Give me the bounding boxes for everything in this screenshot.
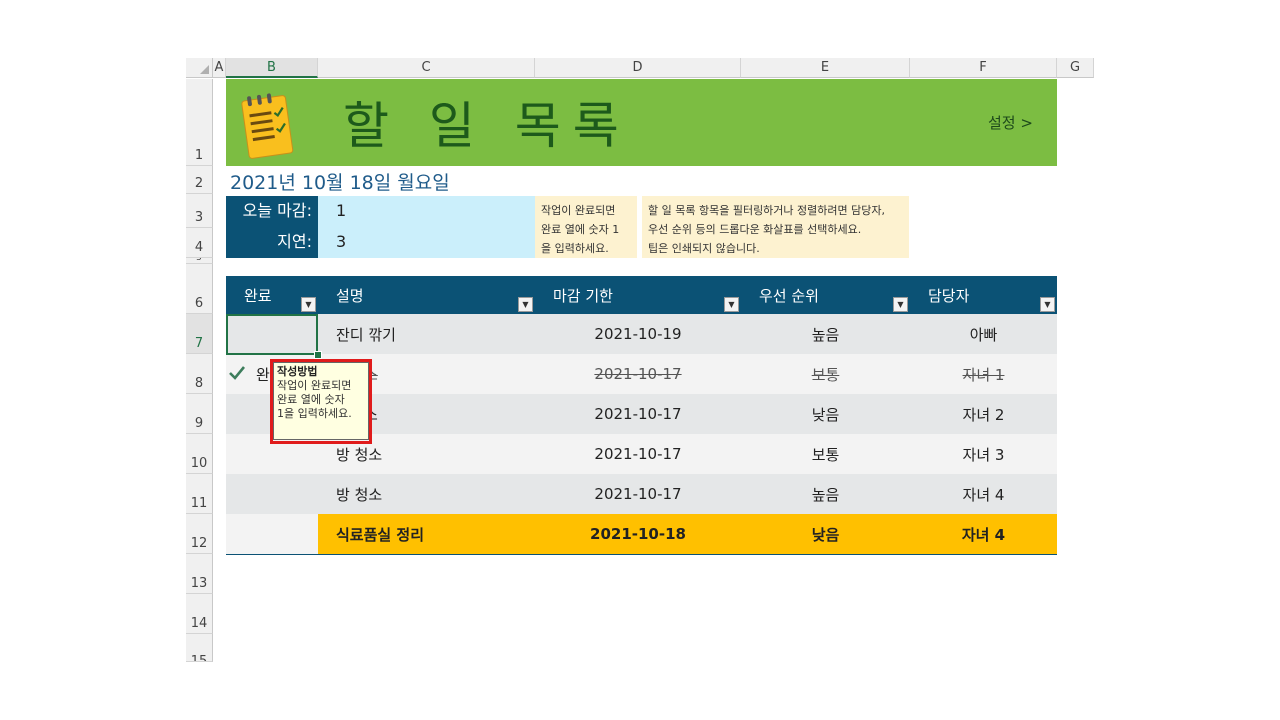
description-cell[interactable]: 소 bbox=[364, 354, 534, 394]
column-header-e[interactable]: E bbox=[741, 58, 910, 78]
due-date-cell[interactable]: 2021-10-19 bbox=[535, 314, 741, 354]
row-header-8[interactable]: 8 bbox=[186, 354, 213, 394]
row-header-14[interactable]: 14 bbox=[186, 594, 213, 634]
tip-line: 우선 순위 등의 드롭다운 화살표를 선택하세요. bbox=[648, 223, 862, 236]
dropdown-arrow-icon: ▼ bbox=[728, 300, 735, 309]
check-icon bbox=[228, 364, 246, 382]
corner-triangle-icon bbox=[200, 65, 209, 74]
column-header-f[interactable]: F bbox=[910, 58, 1057, 78]
row-header-15[interactable]: 15 bbox=[186, 634, 213, 662]
header-description: 설명 bbox=[336, 286, 364, 305]
header-owner: 담당자 bbox=[928, 286, 970, 305]
filter-dropdown-done[interactable]: ▼ bbox=[301, 297, 316, 312]
description-cell[interactable]: 잔디 깎기 bbox=[336, 314, 536, 354]
owner-cell[interactable]: 자녀 2 bbox=[910, 394, 1057, 434]
row-header-10[interactable]: 10 bbox=[186, 434, 213, 474]
notepad-checklist-icon bbox=[237, 88, 297, 162]
annotation-highlight-box bbox=[270, 359, 372, 444]
priority-cell[interactable]: 보통 bbox=[741, 434, 910, 474]
column-header-a[interactable]: A bbox=[213, 58, 226, 78]
header-priority: 우선 순위 bbox=[759, 286, 819, 305]
row-header-9[interactable]: 9 bbox=[186, 394, 213, 434]
filter-dropdown-description[interactable]: ▼ bbox=[518, 297, 533, 312]
column-header-g[interactable]: G bbox=[1057, 58, 1094, 78]
priority-cell[interactable]: 낮음 bbox=[741, 514, 910, 554]
table-row: 식료품실 정리 2021-10-18 낮음 자녀 4 bbox=[226, 514, 1057, 555]
priority-cell[interactable]: 높음 bbox=[741, 314, 910, 354]
due-date-cell[interactable]: 2021-10-18 bbox=[535, 514, 741, 554]
due-date-cell[interactable]: 2021-10-17 bbox=[535, 394, 741, 434]
done-cell[interactable] bbox=[226, 474, 318, 514]
column-header-b[interactable]: B bbox=[226, 58, 318, 78]
overdue-label: 지연: bbox=[226, 226, 318, 258]
select-all-corner[interactable] bbox=[186, 58, 213, 78]
column-header-c[interactable]: C bbox=[318, 58, 535, 78]
priority-cell[interactable]: 높음 bbox=[741, 474, 910, 514]
done-cell[interactable] bbox=[226, 514, 318, 554]
tip-line: 완료 열에 숫자 1 bbox=[541, 223, 620, 236]
owner-cell[interactable]: 자녀 4 bbox=[910, 514, 1057, 554]
tip-line: 을 입력하세요. bbox=[541, 242, 609, 255]
table-row: 방 청소 2021-10-17 높음 자녀 4 bbox=[226, 474, 1057, 514]
description-cell[interactable]: 식료품실 정리 bbox=[336, 514, 536, 554]
row-header-3[interactable]: 3 bbox=[186, 194, 213, 228]
owner-cell[interactable]: 아빠 bbox=[910, 314, 1057, 354]
row-header-13[interactable]: 13 bbox=[186, 554, 213, 594]
priority-cell[interactable]: 낮음 bbox=[741, 394, 910, 434]
settings-link[interactable]: 설정 > bbox=[988, 112, 1033, 133]
filter-dropdown-owner[interactable]: ▼ bbox=[1040, 297, 1055, 312]
owner-cell[interactable]: 자녀 3 bbox=[910, 434, 1057, 474]
tip-line: 팁은 인쇄되지 않습니다. bbox=[648, 242, 760, 255]
overdue-value[interactable]: 3 bbox=[318, 226, 535, 258]
dropdown-arrow-icon: ▼ bbox=[522, 300, 529, 309]
owner-cell[interactable]: 자녀 1 bbox=[910, 354, 1057, 394]
page-title: 할 일 목록 bbox=[343, 97, 631, 155]
due-date-cell[interactable]: 2021-10-17 bbox=[535, 354, 741, 394]
due-date-cell[interactable]: 2021-10-17 bbox=[535, 434, 741, 474]
row-header-12[interactable]: 12 bbox=[186, 514, 213, 554]
today-due-label: 오늘 마감: bbox=[226, 196, 318, 226]
row-header-2[interactable]: 2 bbox=[186, 166, 213, 194]
today-due-value[interactable]: 1 bbox=[318, 196, 535, 226]
header-due-date: 마감 기한 bbox=[553, 286, 613, 305]
description-cell[interactable]: 소 bbox=[364, 394, 534, 434]
owner-cell[interactable]: 자녀 4 bbox=[910, 474, 1057, 514]
tip-line: 할 일 목록 항목을 필터링하거나 정렬하려면 담당자, bbox=[648, 204, 885, 217]
row-header-7[interactable]: 7 bbox=[186, 314, 213, 354]
active-cell-selection[interactable] bbox=[226, 314, 318, 355]
filter-dropdown-due-date[interactable]: ▼ bbox=[724, 297, 739, 312]
dropdown-arrow-icon: ▼ bbox=[305, 300, 312, 309]
dropdown-arrow-icon: ▼ bbox=[897, 300, 904, 309]
table-row: 잔디 깎기 2021-10-19 높음 아빠 bbox=[226, 314, 1057, 354]
header-done: 완료 bbox=[244, 286, 272, 305]
row-header-6[interactable]: 6 bbox=[186, 264, 213, 314]
row-header-11[interactable]: 11 bbox=[186, 474, 213, 514]
column-header-d[interactable]: D bbox=[535, 58, 741, 78]
tip-note-complete: 작업이 완료되면 완료 열에 숫자 1 을 입력하세요. bbox=[535, 196, 637, 258]
due-date-cell[interactable]: 2021-10-17 bbox=[535, 474, 741, 514]
row-header-1[interactable]: 1 bbox=[186, 79, 213, 166]
fill-handle[interactable] bbox=[314, 351, 322, 359]
dropdown-arrow-icon: ▼ bbox=[1044, 300, 1051, 309]
description-cell[interactable]: 방 청소 bbox=[336, 474, 536, 514]
row-header-4[interactable]: 4 bbox=[186, 228, 213, 258]
tip-line: 작업이 완료되면 bbox=[541, 204, 616, 217]
tip-note-filter: 할 일 목록 항목을 필터링하거나 정렬하려면 담당자, 우선 순위 등의 드롭… bbox=[642, 196, 909, 258]
filter-dropdown-priority[interactable]: ▼ bbox=[893, 297, 908, 312]
priority-cell[interactable]: 보통 bbox=[741, 354, 910, 394]
current-date: 2021년 10월 18일 월요일 bbox=[230, 172, 450, 194]
